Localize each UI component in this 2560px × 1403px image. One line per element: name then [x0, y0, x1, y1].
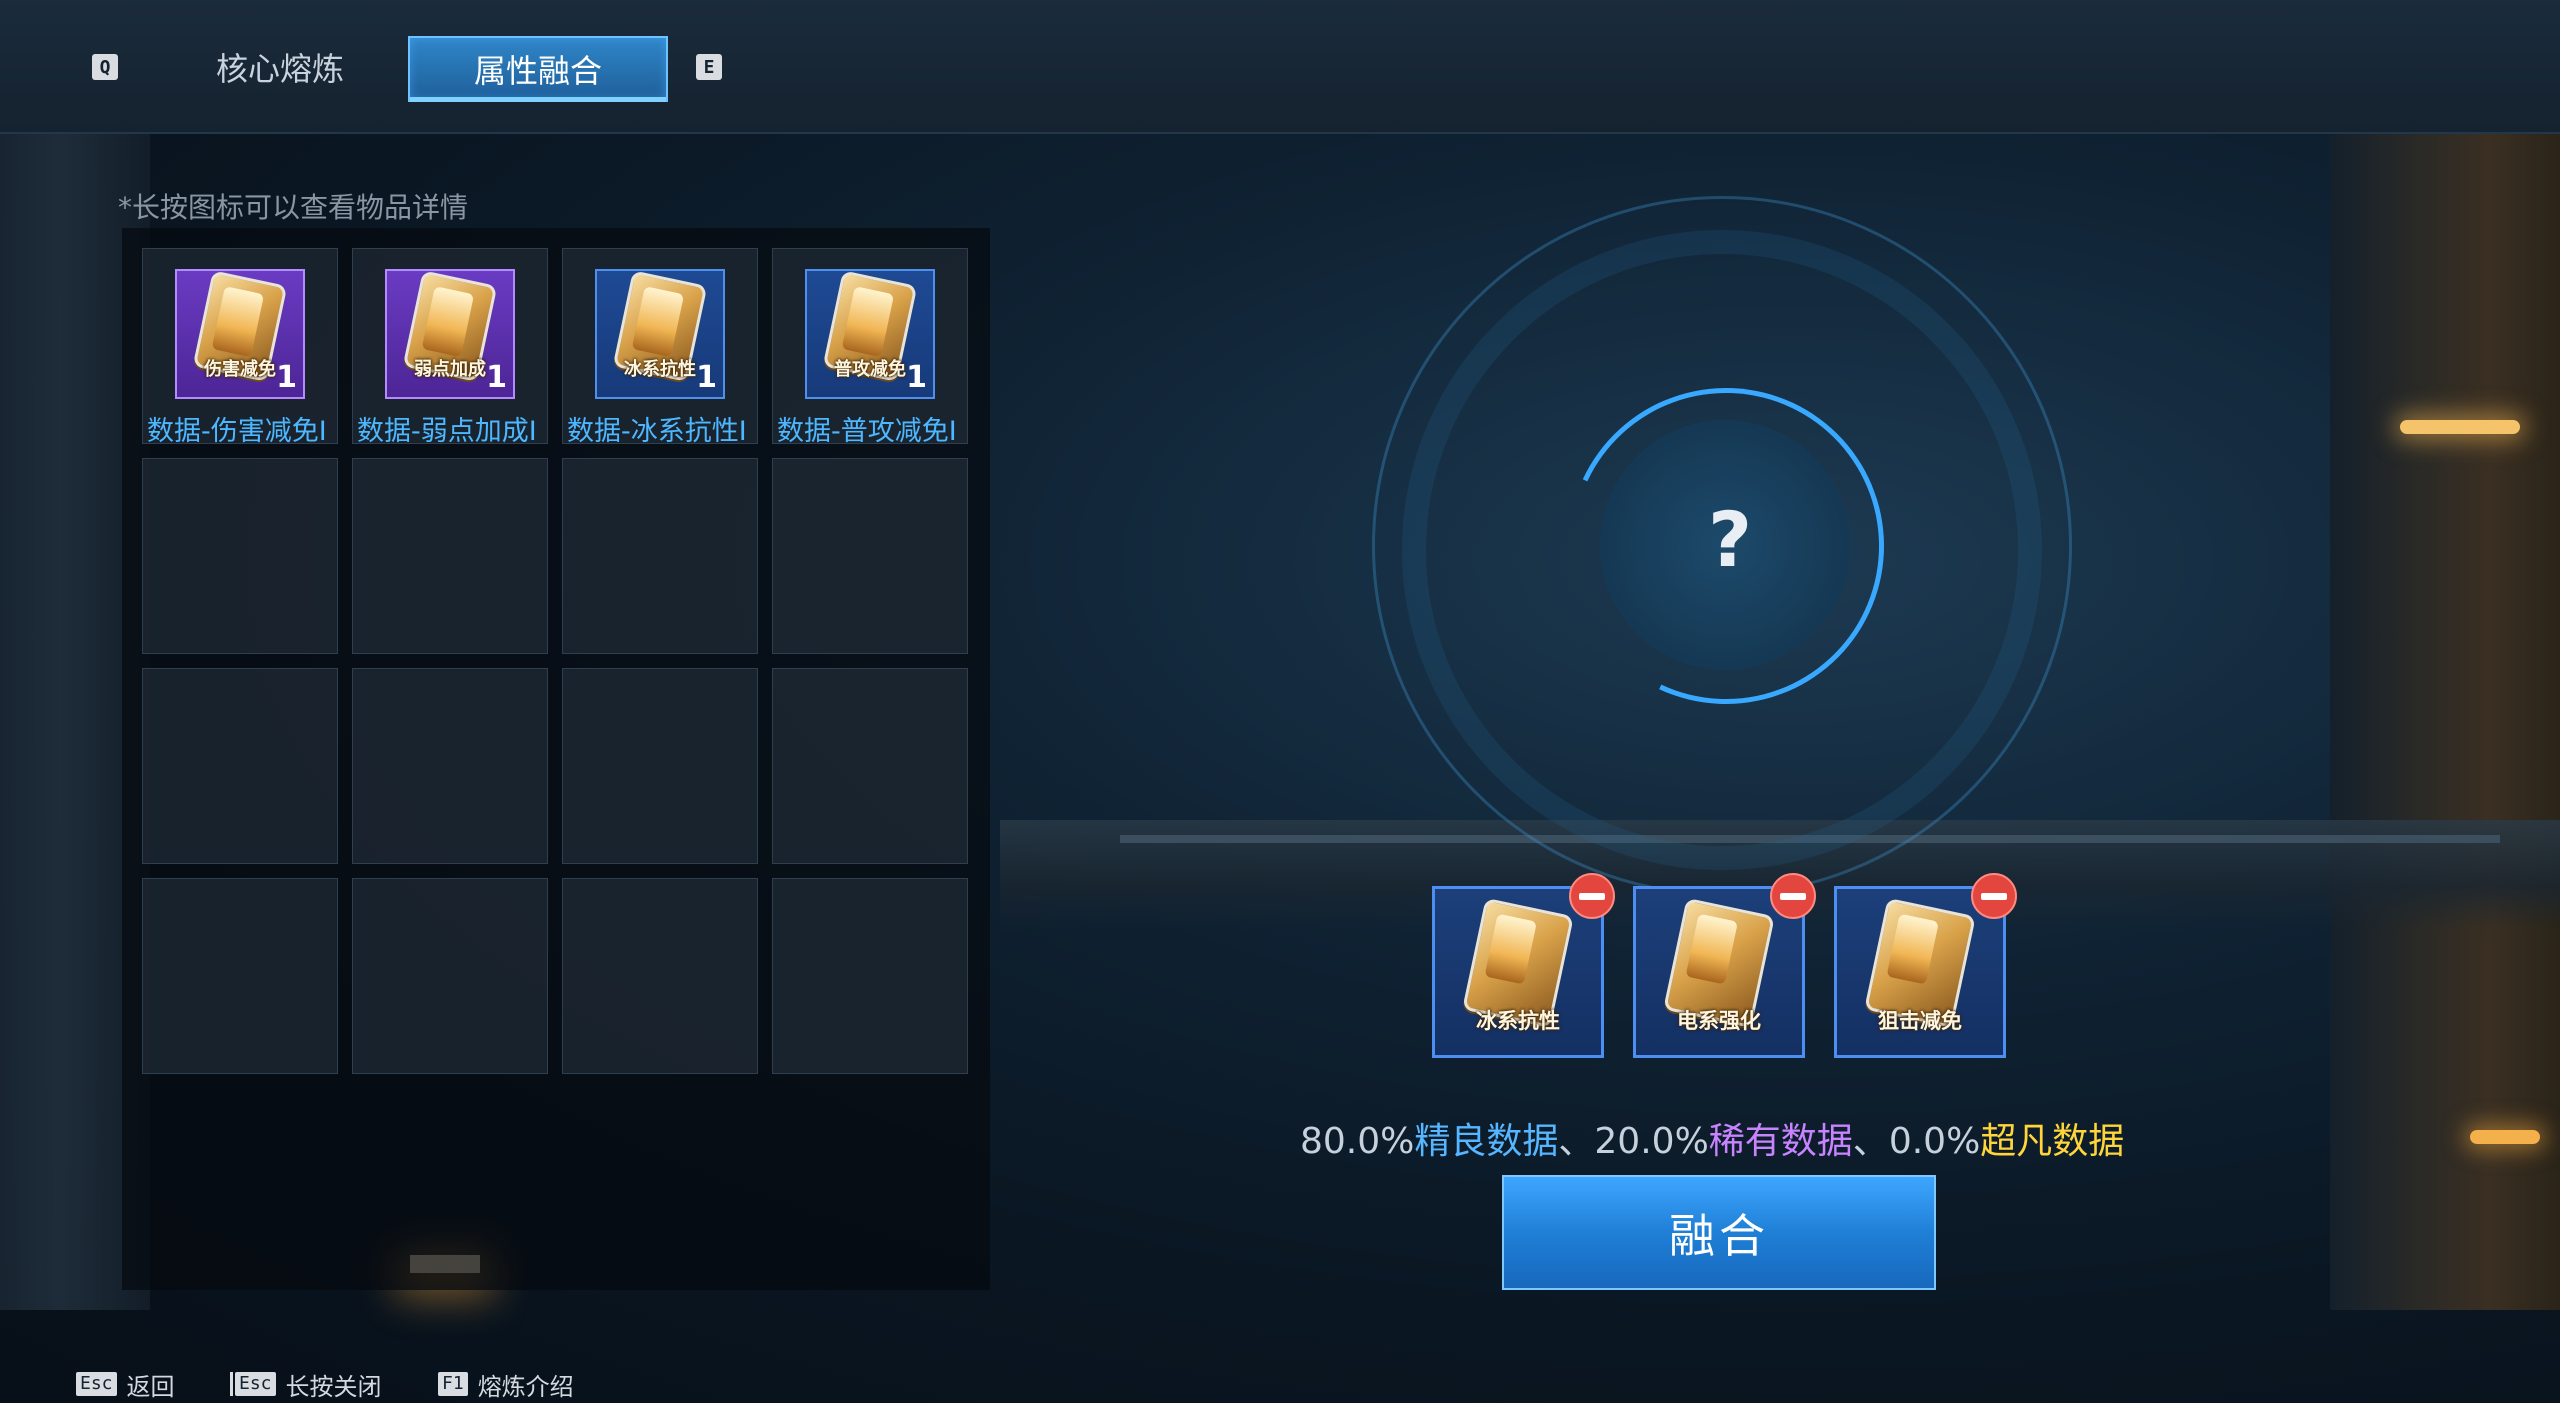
item-icon-frame: 普攻减免 1	[805, 269, 935, 399]
footer-label: 熔炼介绍	[477, 1372, 574, 1401]
item-quantity: 1	[696, 360, 717, 395]
footer-back[interactable]: Esc 返回	[76, 1370, 175, 1401]
wall-light	[2400, 420, 2520, 434]
tab-core-smelting[interactable]: 核心熔炼	[190, 36, 370, 98]
item-quantity: 1	[906, 360, 927, 395]
fine-odds-label: 精良数据	[1414, 1121, 1559, 1162]
material-icon-label: 电系强化	[1677, 1009, 1761, 1033]
remove-material-button[interactable]	[1971, 873, 2017, 919]
tab-attribute-fusion[interactable]: 属性融合	[408, 36, 668, 102]
hold-indicator-icon	[230, 1372, 233, 1396]
inventory-slot[interactable]: 弱点加成 1 数据-弱点加成I	[352, 248, 548, 447]
prev-tab-key[interactable]: Q	[92, 54, 118, 80]
footer-label: 长按关闭	[285, 1372, 382, 1401]
epic-odds-label: 超凡数据	[1980, 1121, 2125, 1162]
fine-odds-value: 80.0%	[1300, 1121, 1415, 1162]
unknown-result-icon: ?	[1707, 495, 1753, 584]
top-bar: Q 核心熔炼 属性融合 E	[0, 0, 2560, 134]
material-icon-label: 冰系抗性	[1476, 1009, 1560, 1033]
minus-icon	[1780, 892, 1806, 900]
inventory-slot-empty[interactable]	[562, 878, 758, 1074]
inventory-slot[interactable]: 伤害减免 1 数据-伤害减免I	[142, 248, 338, 447]
inventory-slot[interactable]: 普攻减免 1 数据-普攻减免I	[772, 248, 968, 447]
fuse-button[interactable]: 融合	[1502, 1175, 1936, 1290]
item-name: 数据-冰系抗性I	[567, 416, 747, 447]
material-icon-label: 狙击减免	[1878, 1009, 1962, 1033]
inventory-slot[interactable]: 冰系抗性 1 数据-冰系抗性I	[562, 248, 758, 447]
item-quantity: 1	[486, 360, 507, 395]
footer-key: Esc	[76, 1372, 117, 1396]
wall-light	[2470, 1130, 2540, 1144]
minus-icon	[1981, 892, 2007, 900]
footer-smelting-intro[interactable]: F1 熔炼介绍	[438, 1370, 574, 1401]
material-slot[interactable]: 狙击减免	[1834, 873, 2017, 1058]
inventory-slot-empty[interactable]	[142, 458, 338, 654]
inventory-slot-empty[interactable]	[562, 668, 758, 864]
rare-odds-value: 20.0%	[1594, 1121, 1709, 1162]
material-slot[interactable]: 冰系抗性	[1432, 873, 1615, 1058]
scene-right-wall	[2330, 130, 2560, 1310]
rare-odds-label: 稀有数据	[1708, 1121, 1853, 1162]
epic-odds-value: 0.0%	[1888, 1121, 1981, 1162]
footer-key: Esc	[235, 1372, 276, 1396]
inventory-slot-empty[interactable]	[142, 878, 338, 1074]
fusion-odds: 80.0%精良数据、20.0%稀有数据、0.0%超凡数据	[1300, 1112, 2140, 1164]
inventory-slot-empty[interactable]	[142, 668, 338, 864]
footer-hold-close[interactable]: Esc 长按关闭	[230, 1370, 382, 1401]
item-name: 数据-弱点加成I	[357, 416, 537, 447]
inventory-slot-empty[interactable]	[772, 458, 968, 654]
material-slot[interactable]: 电系强化	[1633, 873, 1816, 1058]
item-icon-frame: 弱点加成 1	[385, 269, 515, 399]
footer-key: F1	[438, 1372, 468, 1396]
minus-icon	[1579, 892, 1605, 900]
item-name: 数据-普攻减免I	[777, 416, 957, 447]
remove-material-button[interactable]	[1569, 873, 1615, 919]
item-name: 数据-伤害减免I	[147, 416, 327, 447]
inventory-slot-empty[interactable]	[772, 668, 968, 864]
item-icon-frame: 冰系抗性 1	[595, 269, 725, 399]
remove-material-button[interactable]	[1770, 873, 1816, 919]
inventory-slot-empty[interactable]	[562, 458, 758, 654]
item-icon-frame: 伤害减免 1	[175, 269, 305, 399]
inventory-slot-empty[interactable]	[352, 458, 548, 654]
inventory-slot-empty[interactable]	[772, 878, 968, 1074]
inventory-slot-empty[interactable]	[352, 668, 548, 864]
footer-label: 返回	[126, 1372, 175, 1401]
item-quantity: 1	[276, 360, 297, 395]
odds-separator: 、	[1852, 1121, 1889, 1162]
inventory-hint: *长按图标可以查看物品详情	[118, 191, 469, 224]
odds-separator: 、	[1558, 1121, 1595, 1162]
next-tab-key[interactable]: E	[696, 54, 722, 80]
inventory-slot-empty[interactable]	[352, 878, 548, 1074]
